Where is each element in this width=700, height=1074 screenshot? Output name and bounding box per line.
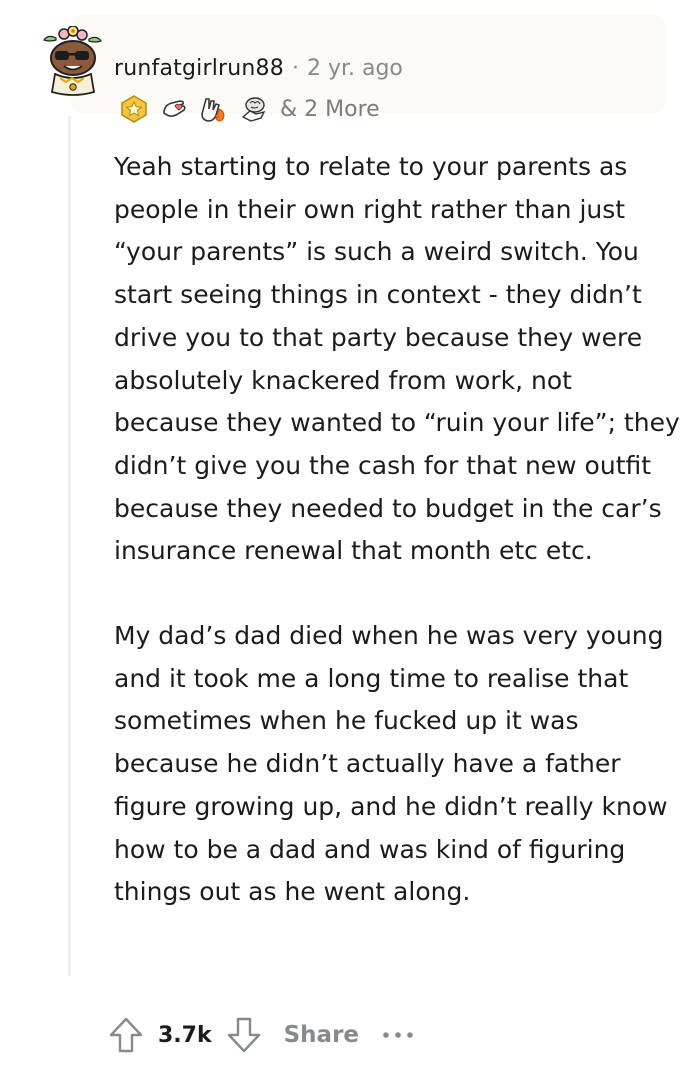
vote-score: 3.7k (158, 1022, 212, 1048)
fire-hand-award-icon (201, 98, 225, 122)
more-options-icon[interactable] (381, 1030, 415, 1040)
comment-paragraph: My dad’s dad died when he was very young… (114, 621, 668, 907)
downvote-icon[interactable] (226, 1015, 262, 1055)
upvote-icon[interactable] (108, 1015, 144, 1055)
awards-row[interactable]: & 2 More (120, 92, 380, 126)
share-button[interactable]: Share (284, 1022, 359, 1048)
comment: runfatgirlrun88 · 2 yr. ago & 2 More Yea… (0, 0, 700, 1074)
gold-star-award-icon (121, 95, 147, 123)
brain-hand-award-icon (241, 97, 266, 122)
username-link[interactable]: runfatgirlrun88 (114, 56, 284, 81)
thread-line[interactable] (68, 116, 71, 976)
avatar[interactable] (40, 26, 102, 96)
awards-more-label[interactable]: & 2 More (280, 97, 380, 122)
comment-body: Yeah starting to relate to your parents … (114, 146, 684, 914)
comment-paragraph: Yeah starting to relate to your parents … (114, 152, 680, 566)
hand-heart-award-icon (163, 100, 186, 117)
flower-crown-icon (58, 26, 88, 41)
comment-meta: runfatgirlrun88 · 2 yr. ago (114, 56, 403, 81)
timestamp[interactable]: 2 yr. ago (307, 56, 403, 81)
comment-actions: 3.7k Share (108, 1012, 415, 1058)
meta-separator: · (291, 56, 299, 81)
